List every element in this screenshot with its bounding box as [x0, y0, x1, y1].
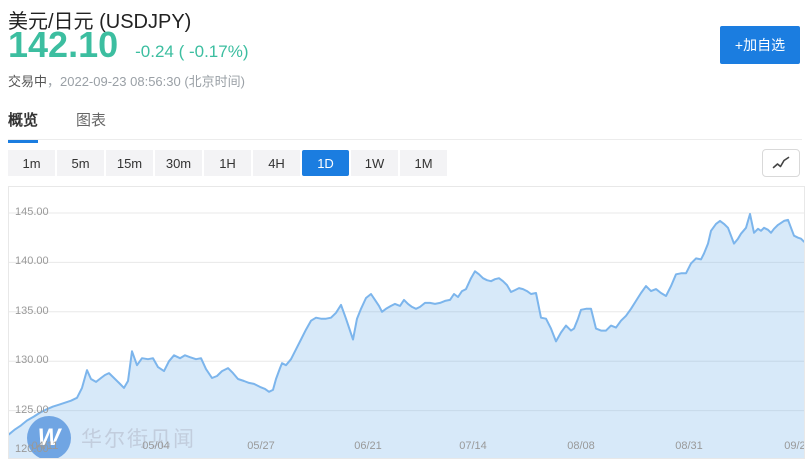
tab-overview[interactable]: 概览 [8, 109, 38, 143]
y-axis-label: 135.00 [15, 305, 49, 317]
price-chart[interactable]: W 华尔街见闻 145.00140.00135.00130.00125.0012… [8, 186, 805, 459]
x-axis-label: 05/27 [247, 440, 275, 452]
watermark: W 华尔街见闻 [27, 416, 196, 459]
x-axis-label: 05/04 [142, 440, 170, 452]
y-axis-label: 125.00 [15, 404, 49, 416]
x-axis-label: 09/23 [784, 440, 805, 452]
y-axis-label: 145.00 [15, 206, 49, 218]
range-toolbar: 1m5m15m30m1H4H1D1W1M [8, 150, 447, 176]
range-button-1m[interactable]: 1m [8, 150, 55, 176]
x-axis-label: 07/14 [459, 440, 487, 452]
range-button-5m[interactable]: 5m [57, 150, 104, 176]
add-watchlist-button[interactable]: +加自选 [720, 26, 800, 64]
tab-chart[interactable]: 图表 [76, 109, 106, 143]
y-axis-label: 140.00 [15, 255, 49, 267]
tabs-divider [8, 139, 802, 140]
price-row: 142.10 -0.24 ( -0.17%) [8, 28, 249, 62]
usdjpy-quote-page: { "header": { "title": "美元/日元 (USDJPY)",… [0, 0, 810, 468]
y-axis-label: 130.00 [15, 354, 49, 366]
trading-status-time: ，2022-09-23 08:56:30 (北京时间) [47, 74, 245, 89]
line-chart-icon [772, 156, 790, 171]
range-button-30m[interactable]: 30m [155, 150, 202, 176]
range-button-1W[interactable]: 1W [351, 150, 398, 176]
tab-bar: 概览 图表 [8, 109, 106, 143]
x-axis-label: 04/11 [32, 440, 59, 452]
watermark-text: 华尔街见闻 [81, 423, 196, 453]
trading-status-label: 交易中 [8, 74, 47, 89]
range-button-15m[interactable]: 15m [106, 150, 153, 176]
x-axis-label: 08/08 [567, 440, 595, 452]
x-axis-label: 08/31 [675, 440, 703, 452]
last-price: 142.10 [8, 28, 118, 62]
trading-status: 交易中，2022-09-23 08:56:30 (北京时间) [8, 71, 245, 90]
price-change: -0.24 ( -0.17%) [135, 42, 248, 62]
range-button-1M[interactable]: 1M [400, 150, 447, 176]
range-button-1D[interactable]: 1D [302, 150, 349, 176]
range-button-1H[interactable]: 1H [204, 150, 251, 176]
chart-type-button[interactable] [762, 149, 800, 177]
range-button-4H[interactable]: 4H [253, 150, 300, 176]
x-axis-label: 06/21 [354, 440, 382, 452]
